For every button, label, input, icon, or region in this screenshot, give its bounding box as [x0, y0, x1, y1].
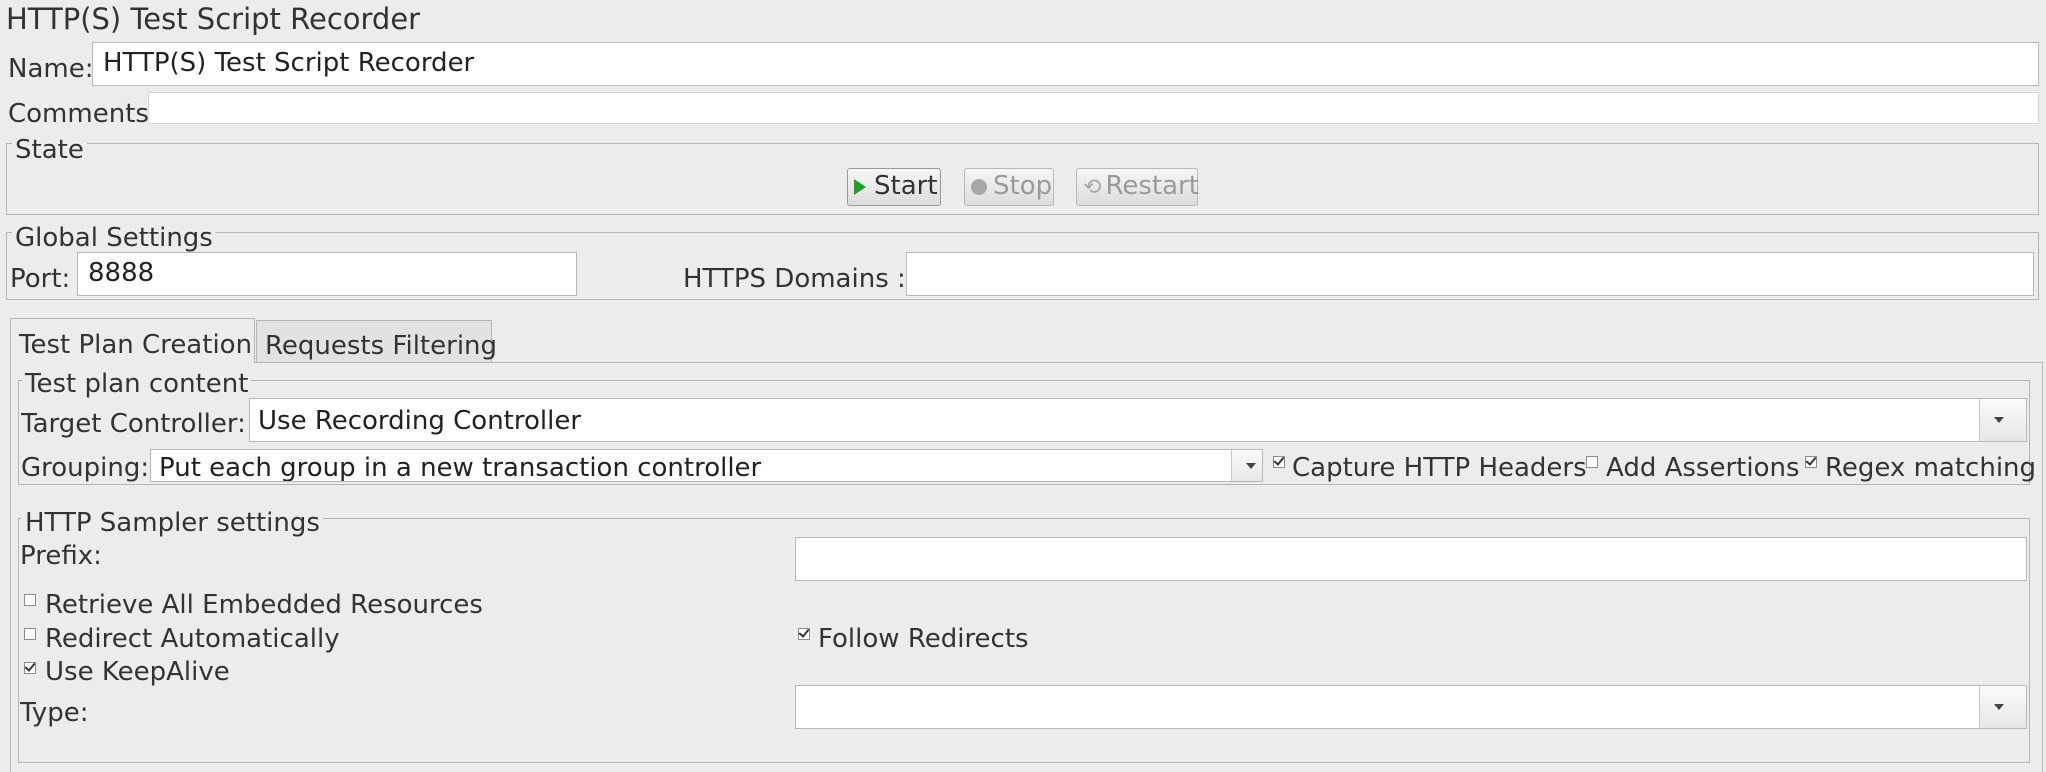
chevron-down-icon[interactable] — [1979, 686, 2026, 728]
restart-button[interactable]: ⟲ Restart — [1076, 168, 1199, 206]
add-assertions-checkbox[interactable] — [1586, 456, 1598, 468]
https-domains-input[interactable] — [906, 252, 2034, 296]
regex-matching-checkbox[interactable] — [1805, 456, 1817, 468]
restart-label: Restart — [1105, 171, 1199, 201]
comments-label: Comments: — [8, 99, 158, 129]
type-select[interactable] — [795, 685, 2027, 729]
grouping-value: Put each group in a new transaction cont… — [159, 453, 762, 482]
chevron-down-icon[interactable] — [1979, 399, 2026, 441]
name-input[interactable]: HTTP(S) Test Script Recorder — [92, 42, 2039, 86]
target-controller-label: Target Controller: — [21, 409, 246, 439]
retrieve-embedded-label: Retrieve All Embedded Resources — [45, 590, 483, 620]
follow-redirects-label: Follow Redirects — [818, 624, 1029, 654]
target-controller-value: Use Recording Controller — [258, 406, 582, 436]
retrieve-embedded-checkbox[interactable] — [24, 594, 36, 606]
follow-redirects-checkbox[interactable] — [798, 628, 810, 640]
global-settings-legend: Global Settings — [12, 223, 216, 253]
stop-icon — [971, 179, 987, 195]
prefix-input[interactable] — [795, 537, 2027, 581]
regex-matching-label: Regex matching — [1825, 453, 2037, 483]
tab-requests-filtering[interactable]: Requests Filtering — [256, 320, 497, 363]
type-label: Type: — [20, 698, 89, 728]
prefix-label: Prefix: — [20, 541, 102, 571]
use-keepalive-checkbox[interactable] — [24, 662, 36, 674]
grouping-select[interactable]: Put each group in a new transaction cont… — [150, 449, 1263, 482]
port-input[interactable]: 8888 — [77, 252, 577, 296]
start-label: Start — [874, 171, 938, 201]
stop-button[interactable]: Stop — [964, 168, 1054, 206]
redirect-auto-label: Redirect Automatically — [45, 624, 340, 654]
stop-label: Stop — [993, 171, 1053, 201]
http-sampler-settings-legend: HTTP Sampler settings — [22, 508, 323, 538]
capture-headers-checkbox[interactable] — [1273, 456, 1285, 468]
start-button[interactable]: Start — [847, 168, 941, 206]
use-keepalive-label: Use KeepAlive — [45, 657, 230, 687]
port-label: Port: — [10, 264, 71, 294]
state-legend: State — [12, 135, 87, 165]
grouping-label: Grouping: — [21, 453, 150, 483]
target-controller-select[interactable]: Use Recording Controller — [249, 398, 2027, 442]
name-label: Name: — [8, 54, 94, 84]
add-assertions-label: Add Assertions — [1606, 453, 1800, 483]
capture-headers-label: Capture HTTP Headers — [1292, 453, 1587, 483]
chevron-down-icon[interactable] — [1231, 450, 1262, 481]
play-icon — [854, 179, 866, 195]
redirect-auto-checkbox[interactable] — [24, 628, 36, 640]
page-title: HTTP(S) Test Script Recorder — [6, 2, 421, 36]
https-domains-label: HTTPS Domains : — [683, 264, 906, 294]
restart-icon: ⟲ — [1083, 175, 1102, 200]
tab-test-plan-creation[interactable]: Test Plan Creation — [10, 318, 255, 363]
comments-input[interactable] — [148, 92, 2039, 124]
test-plan-content-legend: Test plan content — [22, 369, 252, 399]
